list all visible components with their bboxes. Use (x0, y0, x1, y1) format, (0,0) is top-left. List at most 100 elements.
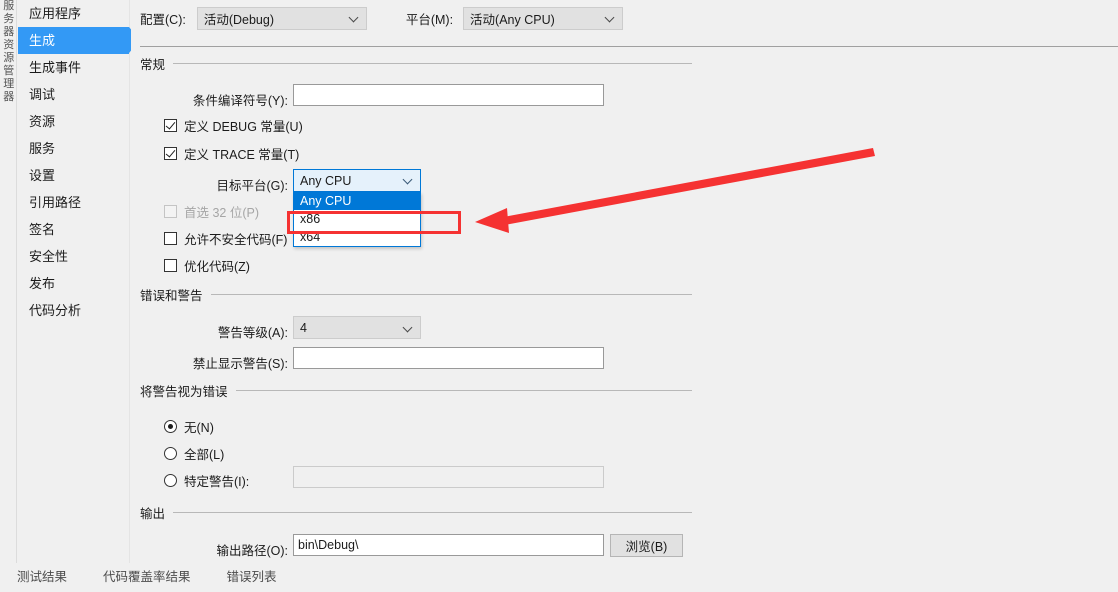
errors-warnings-group-header: 错误和警告 (140, 285, 692, 304)
target-platform-value: Any CPU (300, 173, 352, 188)
radio-icon[interactable] (164, 420, 177, 433)
output-group-header: 输出 (140, 503, 692, 522)
errors-warnings-group-title: 错误和警告 (140, 289, 203, 303)
sidebar-item-label: 调试 (29, 87, 56, 102)
sidebar-item-security[interactable]: 安全性 (18, 243, 129, 270)
treat-warnings-none-radio-row[interactable]: 无(N) (164, 417, 214, 436)
header-divider (140, 46, 1118, 47)
tab-test-results[interactable]: 测试结果 (17, 566, 85, 592)
configuration-row: 配置(C): 活动(Debug) 平台(M): 活动(Any CPU) (140, 6, 624, 30)
conditional-symbols-label: 条件编译符号(Y): (192, 94, 288, 108)
target-platform-option-x86[interactable]: x86 (294, 210, 420, 228)
checkbox-icon[interactable] (164, 232, 177, 245)
output-group-title: 输出 (140, 507, 166, 521)
tab-error-list[interactable]: 错误列表 (227, 566, 295, 592)
optimize-code-checkbox-row[interactable]: 优化代码(Z) (164, 256, 250, 275)
sidebar-item-label: 生成事件 (29, 60, 82, 75)
vertical-dock-strip[interactable]: 服务器资源管理器 (0, 0, 17, 563)
chevron-down-icon (349, 16, 358, 21)
configuration-combobox[interactable]: 活动(Debug) (196, 6, 367, 30)
sidebar-item-label: 资源 (29, 114, 56, 129)
warning-level-combobox[interactable]: 4 (293, 316, 421, 339)
sidebar-item-reference-paths[interactable]: 引用路径 (18, 189, 129, 216)
sidebar-item-build[interactable]: 生成 (18, 27, 140, 54)
target-platform-option-any-cpu[interactable]: Any CPU (294, 192, 420, 210)
platform-value: 活动(Any CPU) (470, 12, 555, 27)
output-path-label: 输出路径(O): (216, 544, 288, 558)
define-debug-checkbox-row[interactable]: 定义 DEBUG 常量(U) (164, 116, 303, 135)
treat-warnings-group-title: 将警告视为错误 (140, 385, 228, 399)
server-explorer-vertical-tab[interactable]: 服务器资源管理器 (1, 0, 16, 104)
sidebar-item-label: 生成 (29, 33, 56, 48)
sidebar-item-label: 引用路径 (29, 195, 82, 210)
prefer-32bit-label: 首选 32 位(P) (184, 206, 260, 220)
target-platform-dropdown[interactable]: Any CPU Any CPU x86 x64 (293, 169, 421, 247)
sidebar-item-services[interactable]: 服务 (18, 135, 129, 162)
target-platform-option-x64[interactable]: x64 (294, 228, 420, 246)
suppress-warnings-label: 禁止显示警告(S): (192, 357, 288, 371)
define-trace-checkbox-row[interactable]: 定义 TRACE 常量(T) (164, 144, 299, 163)
prefer-32bit-checkbox-row: 首选 32 位(P) (164, 202, 259, 221)
checkbox-icon (164, 205, 177, 218)
build-settings-pane: 配置(C): 活动(Debug) 平台(M): 活动(Any CPU) 常规 条… (131, 0, 1118, 563)
radio-icon[interactable] (164, 447, 177, 460)
define-trace-label: 定义 TRACE 常量(T) (184, 148, 300, 162)
allow-unsafe-code-checkbox-row[interactable]: 允许不安全代码(F) (164, 229, 287, 248)
option-label: x86 (300, 212, 321, 226)
sidebar-item-label: 设置 (29, 168, 56, 183)
general-group-header: 常规 (140, 54, 692, 73)
specific-warnings-input[interactable] (293, 466, 604, 488)
checkbox-icon[interactable] (164, 119, 177, 132)
treat-warnings-all-radio-row[interactable]: 全部(L) (164, 444, 224, 463)
tab-code-coverage-results[interactable]: 代码覆盖率结果 (103, 566, 209, 592)
sidebar-item-signing[interactable]: 签名 (18, 216, 129, 243)
treat-warnings-all-label: 全部(L) (184, 448, 225, 462)
tab-label: 测试结果 (17, 570, 68, 584)
option-label: Any CPU (300, 194, 352, 208)
treat-warnings-specific-label: 特定警告(I): (184, 475, 250, 489)
sidebar-item-label: 代码分析 (29, 303, 82, 318)
group-rule (235, 390, 692, 391)
sidebar-item-build-events[interactable]: 生成事件 (18, 54, 129, 81)
sidebar-item-label: 服务 (29, 141, 56, 156)
define-debug-label: 定义 DEBUG 常量(U) (184, 120, 303, 134)
treat-warnings-none-label: 无(N) (184, 421, 214, 435)
configuration-value: 活动(Debug) (203, 12, 274, 27)
tab-label: 错误列表 (226, 570, 277, 584)
warning-level-label: 警告等级(A): (217, 326, 288, 340)
output-path-input[interactable]: bin\Debug\ (293, 534, 604, 556)
suppress-warnings-input[interactable] (293, 347, 604, 369)
chevron-down-icon (605, 16, 614, 21)
group-rule (173, 63, 692, 64)
sidebar-item-application[interactable]: 应用程序 (18, 0, 129, 27)
project-properties-window: 服务器资源管理器 应用程序 生成 生成事件 调试 资源 服务 设置 引用路径 签… (0, 0, 1118, 592)
general-group-title: 常规 (140, 58, 166, 72)
sidebar-item-settings[interactable]: 设置 (18, 162, 129, 189)
sidebar-item-resources[interactable]: 资源 (18, 108, 129, 135)
sidebar-item-publish[interactable]: 发布 (18, 270, 129, 297)
bottom-tool-tabs: 测试结果 代码覆盖率结果 错误列表 (0, 563, 1118, 592)
configuration-label: 配置(C): (140, 12, 186, 27)
platform-combobox[interactable]: 活动(Any CPU) (463, 6, 624, 30)
treat-warnings-specific-radio-row[interactable]: 特定警告(I): (164, 471, 249, 490)
checkbox-icon[interactable] (164, 259, 177, 272)
target-platform-combobox[interactable]: Any CPU (293, 169, 421, 192)
target-platform-label: 目标平台(G): (216, 179, 288, 193)
browse-button[interactable]: 浏览(B) (610, 534, 683, 557)
sidebar-item-label: 签名 (29, 222, 56, 237)
sidebar-item-label: 安全性 (29, 249, 69, 264)
sidebar-item-debug[interactable]: 调试 (18, 81, 129, 108)
group-rule (173, 512, 692, 513)
browse-button-label: 浏览(B) (625, 540, 668, 554)
target-platform-option-list: Any CPU x86 x64 (293, 192, 421, 247)
platform-label: 平台(M): (405, 12, 454, 27)
checkbox-icon[interactable] (164, 147, 177, 160)
sidebar-item-code-analysis[interactable]: 代码分析 (18, 297, 129, 324)
option-label: x64 (300, 230, 321, 244)
conditional-symbols-input[interactable] (293, 84, 604, 106)
sidebar-item-label: 应用程序 (29, 6, 82, 21)
optimize-code-label: 优化代码(Z) (184, 260, 250, 274)
tab-label: 代码覆盖率结果 (103, 570, 191, 584)
radio-icon[interactable] (164, 474, 177, 487)
category-sidebar: 应用程序 生成 生成事件 调试 资源 服务 设置 引用路径 签名 安全性 发布 (18, 0, 140, 563)
